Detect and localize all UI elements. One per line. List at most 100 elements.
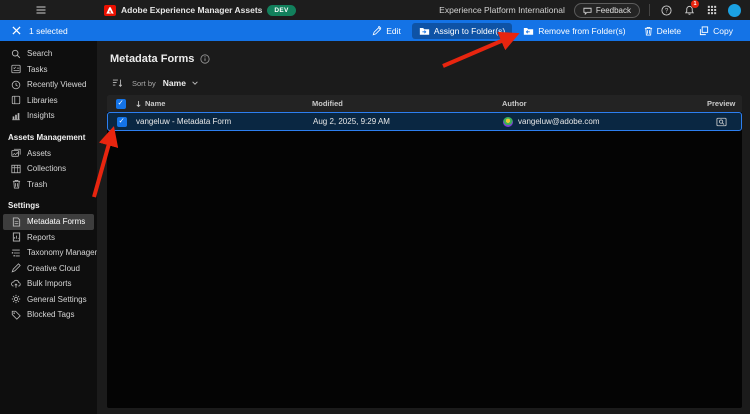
sort-order-icon[interactable] (112, 78, 123, 88)
chevron-down-icon[interactable] (191, 79, 199, 87)
sidebar-item-tasks[interactable]: Tasks (3, 62, 94, 78)
user-avatar[interactable] (728, 3, 741, 17)
selected-count-label: 1 selected (29, 25, 68, 36)
org-label[interactable]: Experience Platform International (439, 5, 565, 15)
remove-label: Remove from Folder(s) (538, 25, 626, 36)
table-row-selected[interactable]: vangeluw - Metadata Form Aug 2, 2025, 9:… (107, 112, 742, 131)
sidebar-item-general-settings[interactable]: General Settings (3, 292, 94, 308)
notifications-bell-icon[interactable]: 1 (682, 0, 699, 17)
sidebar: Search Tasks Recently Viewed Libraries I… (0, 41, 112, 414)
sidebar-item-label: Bulk Imports (27, 279, 72, 289)
sidebar-item-metadata-forms[interactable]: Metadata Forms (3, 214, 94, 230)
feedback-label: Feedback (595, 5, 631, 15)
main-content: Metadata Forms Sort by Name ✓ Name Modif… (97, 41, 750, 414)
row-checkbox[interactable] (117, 116, 127, 127)
reports-icon (11, 232, 21, 242)
search-icon (11, 49, 21, 59)
assets-icon (11, 148, 21, 158)
sidebar-item-search[interactable]: Search (3, 46, 94, 62)
sidebar-item-label: Assets (27, 148, 52, 158)
selection-action-bar: 1 selected Edit Assign to Folder(s) Remo… (0, 20, 750, 41)
app-switcher-grid-icon[interactable] (705, 3, 719, 17)
creative-cloud-pen-icon (11, 263, 21, 273)
sidebar-item-bulk-imports[interactable]: Bulk Imports (3, 276, 94, 292)
row-name[interactable]: vangeluw - Metadata Form (136, 117, 313, 126)
sidebar-item-trash[interactable]: Trash (3, 177, 94, 193)
sidebar-item-creative-cloud[interactable]: Creative Cloud (3, 261, 94, 277)
folder-add-icon (419, 26, 430, 36)
edit-button[interactable]: Edit (365, 23, 408, 39)
sidebar-item-recently-viewed[interactable]: Recently Viewed (3, 77, 94, 93)
sidebar-item-label: Reports (27, 232, 56, 242)
column-header-author[interactable]: Author (502, 99, 702, 108)
sidebar-section-settings: Settings (8, 201, 40, 210)
sidebar-item-reports[interactable]: Reports (3, 230, 94, 246)
column-header-name[interactable]: Name (145, 99, 165, 108)
sidebar-item-label: Libraries (27, 95, 58, 105)
bulk-imports-cloud-icon (11, 279, 21, 289)
insights-icon (11, 111, 21, 121)
column-header-modified[interactable]: Modified (312, 99, 502, 108)
trash-icon (644, 26, 653, 36)
table-header-row: Name Modified Author Preview (107, 95, 742, 112)
sidebar-item-blocked-tags[interactable]: Blocked Tags (3, 307, 94, 323)
notification-badge: 1 (691, 0, 699, 8)
preview-icon[interactable] (716, 117, 727, 127)
assign-to-folders-button[interactable]: Assign to Folder(s) (411, 22, 513, 39)
sidebar-item-collections[interactable]: Collections (3, 161, 94, 177)
assign-label: Assign to Folder(s) (433, 25, 506, 36)
recently-viewed-icon (11, 80, 21, 90)
info-icon[interactable] (200, 54, 210, 64)
delete-button[interactable]: Delete (637, 23, 689, 39)
sidebar-section-assets-management: Assets Management (8, 132, 86, 142)
sort-by-value[interactable]: Name (163, 78, 186, 88)
sidebar-item-taxonomy-management[interactable]: Taxonomy Management (3, 245, 112, 261)
topbar-divider (649, 4, 650, 16)
top-bar: Adobe Experience Manager Assets DEV Expe… (0, 0, 750, 20)
close-selection-icon[interactable] (12, 26, 21, 35)
sidebar-item-label: Tasks (27, 64, 48, 74)
sidebar-item-label: General Settings (27, 294, 87, 304)
sidebar-item-insights[interactable]: Insights (3, 108, 94, 124)
collections-icon (11, 164, 21, 174)
edit-label: Edit (386, 25, 401, 36)
sidebar-item-label: Metadata Forms (27, 217, 86, 227)
sort-controls: Sort by Name (97, 65, 750, 88)
app-title: Adobe Experience Manager Assets (121, 5, 263, 15)
sidebar-item-label: Blocked Tags (27, 310, 75, 320)
gear-icon (11, 294, 21, 304)
row-modified: Aug 2, 2025, 9:29 AM (313, 117, 390, 126)
help-icon[interactable]: ? (659, 3, 673, 17)
libraries-icon (11, 95, 21, 105)
column-header-preview: Preview (707, 99, 736, 108)
copy-button[interactable]: Copy (692, 23, 740, 39)
tasks-icon (11, 64, 21, 74)
metadata-forms-table: Name Modified Author Preview vangeluw - … (107, 95, 742, 408)
sidebar-item-libraries[interactable]: Libraries (3, 93, 94, 109)
edit-pencil-icon (372, 25, 382, 36)
folder-remove-icon (523, 26, 534, 36)
feedback-button[interactable]: Feedback (573, 2, 640, 18)
author-avatar (503, 116, 513, 127)
sidebar-item-label: Trash (27, 179, 48, 189)
app-brand: Adobe Experience Manager Assets DEV (104, 4, 296, 16)
hamburger-menu-icon[interactable] (35, 4, 49, 16)
sidebar-item-label: Creative Cloud (27, 263, 80, 273)
env-badge: DEV (267, 4, 296, 16)
sidebar-item-label: Insights (27, 111, 55, 121)
sidebar-item-label: Recently Viewed (27, 80, 87, 90)
sidebar-item-label: Search (27, 49, 53, 59)
page-title: Metadata Forms (110, 53, 195, 65)
remove-from-folders-button[interactable]: Remove from Folder(s) (516, 23, 632, 39)
select-all-checkbox[interactable] (116, 98, 126, 109)
row-author-email: vangeluw@adobe.com (518, 117, 600, 126)
trash-icon (11, 179, 21, 189)
sidebar-item-assets[interactable]: Assets (3, 146, 94, 162)
copy-icon (699, 25, 709, 36)
metadata-forms-icon (11, 217, 21, 227)
blocked-tag-icon (11, 310, 21, 320)
sort-direction-arrow-icon[interactable] (135, 100, 142, 108)
feedback-icon (583, 6, 592, 15)
svg-text:?: ? (664, 7, 668, 14)
taxonomy-icon (11, 248, 21, 258)
